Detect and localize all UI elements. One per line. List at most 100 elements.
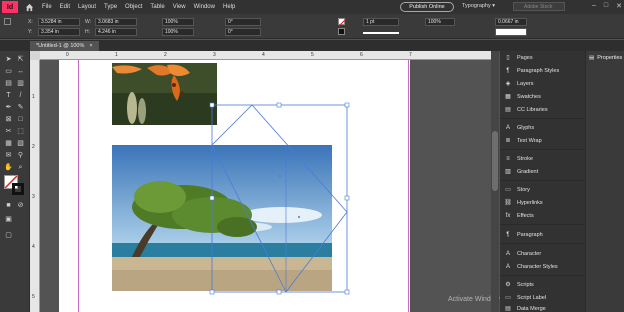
glyphs-icon: A <box>505 125 510 131</box>
pencil-tool-icon[interactable]: ✎ <box>16 103 25 112</box>
panel-scripts[interactable]: ⚙ Scripts <box>504 280 584 290</box>
scrollbar-thumb[interactable] <box>492 131 498 191</box>
panel-layers[interactable]: ◈ Layers <box>504 79 584 89</box>
direct-selection-tool-icon[interactable]: ⇱ <box>16 55 25 64</box>
note-tool-icon[interactable]: ✉ <box>4 151 13 160</box>
scale-x-field[interactable]: 100% <box>162 18 194 26</box>
menu-layout[interactable]: Layout <box>78 4 96 10</box>
document-canvas[interactable] <box>40 60 491 312</box>
pen-tool-icon[interactable]: ✒ <box>4 103 13 112</box>
frame-width-field[interactable]: 0.0667 in <box>495 18 527 26</box>
h-field[interactable]: 4.246 in <box>95 28 137 36</box>
eyedropper-tool-icon[interactable]: ⚲ <box>16 151 25 160</box>
normal-mode-icon[interactable]: ▣ <box>4 215 13 224</box>
panel-hyperlinks[interactable]: ⛓ Hyperlinks <box>504 198 584 208</box>
scale-y-field[interactable]: 100% <box>162 28 194 36</box>
rotate-field[interactable]: 0° <box>225 18 261 26</box>
panel-text-wrap[interactable]: ≣ Text Wrap <box>504 136 584 146</box>
panel-swatches[interactable]: ▦ Swatches <box>504 92 584 102</box>
frame-preview-field[interactable] <box>495 28 527 36</box>
horizontal-ruler[interactable]: 0 1 2 3 4 5 6 7 <box>40 51 491 60</box>
w-field[interactable]: 3.0683 in <box>95 18 137 26</box>
panel-character-styles[interactable]: A Character Styles <box>504 262 584 272</box>
panel-paragraph[interactable]: ¶ Paragraph <box>504 230 584 240</box>
panel-stroke[interactable]: ≡ Stroke <box>504 154 584 164</box>
line-tool-icon[interactable]: / <box>16 91 25 100</box>
panel-effects[interactable]: fx Effects <box>504 211 584 221</box>
content-placer-icon[interactable]: ▥ <box>16 79 25 88</box>
panel-story[interactable]: ▭ Story <box>504 185 584 195</box>
fill-stroke-icon[interactable] <box>4 175 24 195</box>
character-icon: A <box>505 251 510 257</box>
page-tool-icon[interactable]: ▭ <box>4 67 13 76</box>
stroke-type-preview[interactable] <box>363 32 399 34</box>
menu-table[interactable]: Table <box>150 4 164 10</box>
panel-data-merge[interactable]: ▤ Data Merge <box>504 304 584 312</box>
y-field[interactable]: 3.354 in <box>38 28 80 36</box>
stroke-weight-field[interactable]: 1 pt <box>363 18 399 26</box>
home-icon[interactable] <box>24 2 34 12</box>
ruler-h-label: 2 <box>164 52 167 58</box>
panel-label: Paragraph <box>517 232 543 238</box>
rectangle-tool-icon[interactable]: □ <box>16 115 25 124</box>
publish-online-button[interactable]: Publish Online <box>400 2 454 12</box>
stroke-swatch-icon[interactable] <box>338 28 345 35</box>
menu-view[interactable]: View <box>173 4 186 10</box>
properties-label: Properties <box>597 55 623 61</box>
content-collector-icon[interactable]: ▤ <box>4 79 13 88</box>
vertical-scrollbar[interactable] <box>491 51 499 312</box>
panel-script-label[interactable]: ▭ Script Label <box>504 293 584 303</box>
rectangle-frame-tool-icon[interactable]: ⊠ <box>4 115 13 124</box>
opacity-field[interactable]: 100% <box>425 18 455 26</box>
workspace-switcher[interactable]: Typography ▾ <box>462 3 495 9</box>
gradient-feather-tool-icon[interactable]: ▧ <box>16 139 25 148</box>
hand-tool-icon[interactable]: ✋ <box>4 163 13 172</box>
gradient-swatch-tool-icon[interactable]: ▦ <box>4 139 13 148</box>
screen-mode-icon[interactable]: ▢ <box>4 231 13 240</box>
properties-panel-tab[interactable]: ▤ Properties <box>586 51 624 65</box>
x-field[interactable]: 3.5284 in <box>38 18 80 26</box>
panel-cc-libraries[interactable]: ▤ CC Libraries <box>504 105 584 115</box>
shear-field[interactable]: 0° <box>225 28 261 36</box>
menu-edit[interactable]: Edit <box>60 4 70 10</box>
gap-tool-icon[interactable]: ↔ <box>16 67 25 76</box>
panel-paragraph-styles[interactable]: ¶ Paragraph Styles <box>504 66 584 76</box>
close-icon[interactable]: ✕ <box>616 2 622 10</box>
ruler-corner[interactable] <box>30 51 40 60</box>
tab-close-icon[interactable]: × <box>89 43 92 49</box>
panel-label: Character Styles <box>517 264 558 270</box>
stock-search-input[interactable]: Adobe Stock <box>513 2 565 11</box>
menu-object[interactable]: Object <box>125 4 142 10</box>
menu-type[interactable]: Type <box>104 4 117 10</box>
panel-pages[interactable]: ▯ Pages <box>504 53 584 63</box>
panel-glyphs[interactable]: A Glyphs <box>504 123 584 133</box>
vertical-ruler[interactable]: 1 2 3 4 5 <box>30 60 40 312</box>
menu-help[interactable]: Help <box>223 4 235 10</box>
document-tab[interactable]: *Untitled-1 @ 100% × <box>30 41 99 51</box>
panel-label: Swatches <box>517 94 541 100</box>
panel-label: Paragraph Styles <box>517 68 560 74</box>
panel-gradient[interactable]: ▨ Gradient <box>504 167 584 177</box>
panel-character[interactable]: A Character <box>504 249 584 259</box>
apply-color-icon[interactable]: ■ <box>4 201 13 210</box>
menu-file[interactable]: File <box>42 4 52 10</box>
stroke-icon: ≡ <box>506 156 510 162</box>
cc-libraries-icon: ▤ <box>505 107 511 113</box>
zoom-tool-icon[interactable]: ⌕ <box>16 163 25 172</box>
reference-point-icon[interactable] <box>4 18 11 25</box>
ruler-v-label: 2 <box>32 144 35 150</box>
free-transform-tool-icon[interactable]: ⬚ <box>16 127 25 136</box>
paragraph-icon: ¶ <box>506 232 510 238</box>
fill-swatch-icon[interactable] <box>338 18 347 27</box>
menu-window[interactable]: Window <box>194 4 215 10</box>
effects-icon: fx <box>505 213 511 219</box>
selection-tool-icon[interactable]: ➤ <box>4 55 13 64</box>
minimize-icon[interactable]: – <box>592 2 596 10</box>
type-tool-icon[interactable]: T <box>4 91 13 100</box>
swatches-icon: ▦ <box>505 94 511 100</box>
scissors-tool-icon[interactable]: ✂ <box>4 127 13 136</box>
maximize-icon[interactable]: □ <box>604 2 608 10</box>
panel-label: Gradient <box>517 169 539 175</box>
apply-none-icon[interactable]: ⊘ <box>16 201 25 210</box>
tools-panel: ➤ ⇱ ▭ ↔ ▤ ▥ T / ✒ ✎ ⊠ □ ✂ ⬚ ▦ ▧ ✉ ⚲ ✋ ⌕ … <box>0 51 30 312</box>
